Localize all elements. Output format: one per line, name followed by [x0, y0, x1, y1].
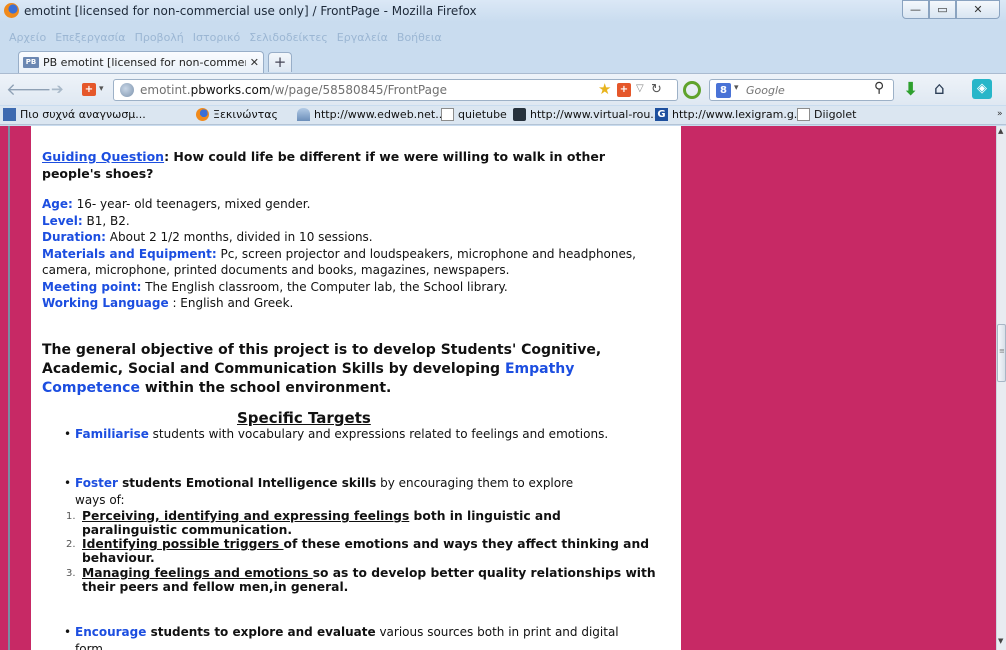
q-addon-icon[interactable] [683, 81, 701, 99]
bus-icon [513, 108, 526, 121]
page-icon [441, 108, 454, 121]
specific-targets-heading: Specific Targets [237, 409, 371, 427]
bookmark-most-visited[interactable]: Πιο συχνά αναγνωσμ... [3, 108, 146, 121]
url-text[interactable]: emotint.pbworks.com/w/page/58580845/Fron… [140, 83, 447, 97]
guiding-question-link[interactable]: Guiding Question [42, 149, 164, 164]
page-left-margin [0, 126, 8, 650]
navigation-toolbar: 🡐 ➔ + ▾ emotint.pbworks.com/w/page/58580… [0, 73, 1006, 105]
detail-level: Level: B1, B2. [42, 213, 130, 228]
tab-title: PB emotint [licensed for non-commercial … [43, 56, 246, 69]
new-tab-button[interactable]: + [268, 52, 292, 72]
reload-icon[interactable]: ↻ [651, 82, 662, 97]
window-controls: — ▭ ✕ [902, 0, 1000, 19]
target-familiarise: • Familiarise students with vocabulary a… [64, 427, 609, 441]
bookmark-virtual-route[interactable]: http://www.virtual-rou... [513, 108, 661, 121]
general-objective: The general objective of this project is… [42, 342, 602, 396]
bullet-dot: • [64, 625, 72, 639]
bookmark-getting-started[interactable]: Ξεκινώντας [196, 108, 278, 121]
menu-bookmarks[interactable]: Σελιδοδείκτες [249, 31, 328, 49]
tab-frontpage[interactable]: PB PB emotint [licensed for non-commerci… [18, 51, 264, 73]
hat-icon [297, 108, 310, 121]
rss-icon [3, 108, 16, 121]
addon-icon[interactable]: + [82, 83, 96, 96]
detail-working-language: Working Language : English and Greek. [42, 296, 294, 310]
pbworks-favicon-icon: PB [23, 57, 39, 68]
scroll-up-arrow-icon[interactable]: ▲ [998, 127, 1003, 135]
target-encourage: • Encourage students to explore and eval… [64, 625, 619, 650]
url-dropdown-icon[interactable]: ▽ [636, 83, 644, 94]
forward-arrow-icon[interactable]: ➔ [51, 80, 64, 98]
detail-duration: Duration: About 2 1/2 months, divided in… [42, 230, 373, 244]
menu-history[interactable]: Ιστορικό [193, 31, 241, 49]
vertical-scrollbar[interactable]: ▲ ≡ ▼ [996, 126, 1006, 650]
project-details: Age: 16- year- old teenagers, mixed gend… [42, 196, 672, 312]
menu-edit[interactable]: Επεξεργασία [55, 31, 125, 49]
extension-icon[interactable]: ◈ [972, 79, 992, 99]
list-item: 2. Identifying possible triggers of thes… [66, 537, 650, 565]
search-bar[interactable]: 8 ▾ ⚲ [709, 79, 894, 101]
title-bar: emotint [licensed for non-commercial use… [0, 0, 1006, 22]
firefox-icon [196, 108, 209, 121]
page-icon [797, 108, 810, 121]
bookmarks-toolbar: Πιο συχνά αναγνωσμ... Ξεκινώντας http://… [0, 106, 1006, 125]
guiding-question: Guiding Question: How could life be diff… [42, 149, 606, 181]
bookmark-lexigram[interactable]: Ghttp://www.lexigram.g... [655, 108, 804, 121]
url-bar[interactable]: emotint.pbworks.com/w/page/58580845/Fron… [113, 79, 678, 101]
scroll-thumb[interactable]: ≡ [997, 324, 1006, 382]
detail-age: Age: 16- year- old teenagers, mixed gend… [42, 197, 311, 211]
bullet-dot: • [64, 476, 72, 490]
firefox-icon [4, 3, 19, 18]
detail-materials: Materials and Equipment: Pc, screen proj… [42, 246, 636, 278]
minimize-button[interactable]: — [902, 0, 929, 19]
menu-help[interactable]: Βοήθεια [397, 31, 442, 49]
download-arrow-icon[interactable]: ⬇ [903, 79, 918, 100]
bookmark-diigolet[interactable]: Diigolet [797, 108, 856, 121]
back-arrow-icon[interactable]: 🡐 [6, 80, 52, 100]
addon-dropdown-icon[interactable]: ▾ [99, 84, 104, 94]
page-left-border [8, 126, 10, 650]
bookmark-star-icon[interactable]: ★ [598, 80, 611, 98]
detail-meeting-point: Meeting point: The English classroom, th… [42, 279, 508, 294]
home-icon[interactable]: ⌂ [934, 79, 945, 99]
window-title: emotint [licensed for non-commercial use… [24, 4, 477, 18]
list-item: 1. Perceiving, identifying and expressin… [66, 509, 561, 537]
search-engine-dropdown-icon[interactable]: ▾ [734, 83, 739, 93]
grip-icon: ≡ [999, 347, 1005, 355]
site-identity-icon[interactable] [120, 83, 134, 97]
page-viewport: Guiding Question: How could life be diff… [0, 126, 996, 650]
bullet-dot: • [64, 427, 72, 441]
google-icon[interactable]: 8 [716, 83, 731, 98]
addon-urlbar-icon[interactable]: + [617, 83, 631, 97]
menu-file[interactable]: Αρχείο [9, 31, 46, 49]
bookmark-edweb[interactable]: http://www.edweb.net... [297, 108, 446, 121]
menu-bar: Αρχείο Επεξεργασία Προβολή Ιστορικό Σελι… [0, 31, 442, 49]
search-icon[interactable]: ⚲ [874, 80, 884, 96]
lg-icon: G [655, 108, 668, 121]
list-item: 3. Managing feelings and emotions so as … [66, 566, 656, 594]
scroll-down-arrow-icon[interactable]: ▼ [998, 637, 1003, 645]
target-foster: • Foster students Emotional Intelligence… [64, 476, 574, 507]
bookmarks-overflow-icon[interactable]: » [997, 109, 1003, 119]
search-input[interactable] [746, 82, 866, 98]
menu-tools[interactable]: Εργαλεία [337, 31, 388, 49]
bookmark-quietube[interactable]: quietube [441, 108, 507, 121]
close-window-button[interactable]: ✕ [956, 0, 1000, 19]
tab-close-icon[interactable]: ✕ [250, 56, 259, 69]
menu-view[interactable]: Προβολή [135, 31, 184, 49]
maximize-button[interactable]: ▭ [929, 0, 956, 19]
tab-strip: PB PB emotint [licensed for non-commerci… [0, 51, 1006, 73]
